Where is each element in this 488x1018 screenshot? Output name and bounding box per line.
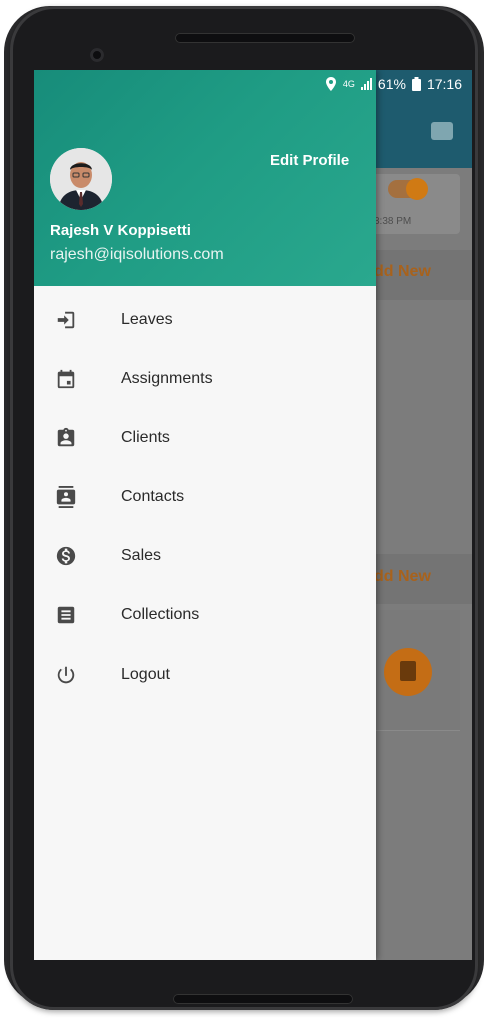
user-email: rajesh@iqisolutions.com (50, 246, 224, 263)
signal-icon (360, 78, 372, 90)
menu-item-logout[interactable]: Logout (34, 651, 376, 699)
menu-item-assignments[interactable]: Assignments (34, 355, 376, 403)
toggle-switch (388, 178, 428, 200)
list-icon (54, 603, 78, 627)
drawer-header: Edit Profile Rajesh V Koppisetti rajesh@… (34, 70, 376, 286)
badge-icon (54, 426, 78, 450)
menu-item-leaves[interactable]: Leaves (34, 296, 376, 344)
contacts-icon (54, 485, 78, 509)
network-type: 4G (342, 79, 355, 89)
phone-screen: 3:38 PM dd New dd New 4G 61% 17:16 Edit … (34, 70, 472, 960)
navigation-drawer: Edit Profile Rajesh V Koppisetti rajesh@… (34, 70, 376, 960)
status-bar: 4G 61% 17:16 (34, 70, 472, 98)
menu-item-label: Logout (121, 666, 170, 683)
power-icon (54, 663, 78, 687)
battery-icon (411, 77, 421, 91)
menu-item-collections[interactable]: Collections (34, 591, 376, 639)
menu-item-clients[interactable]: Clients (34, 414, 376, 462)
menu-item-label: Contacts (121, 488, 185, 505)
battery-percent: 61% (377, 76, 406, 92)
clock: 17:16 (426, 76, 462, 92)
clipboard-icon (400, 661, 416, 681)
location-icon (325, 77, 337, 91)
chat-icon (431, 122, 453, 140)
background-time: 3:38 PM (374, 216, 412, 227)
dollar-icon (54, 544, 78, 568)
menu-item-label: Collections (121, 606, 200, 623)
menu-item-label: Clients (121, 429, 170, 446)
menu-item-label: Leaves (121, 311, 173, 328)
add-new-link: dd New (374, 263, 431, 280)
avatar[interactable] (50, 148, 112, 210)
earpiece-speaker (175, 33, 355, 43)
front-camera (90, 48, 104, 62)
login-icon (54, 308, 78, 332)
menu-item-sales[interactable]: Sales (34, 532, 376, 580)
bottom-speaker (173, 994, 353, 1004)
menu-item-label: Sales (121, 547, 162, 564)
edit-profile-link[interactable]: Edit Profile (270, 152, 349, 169)
menu-item-label: Assignments (121, 370, 213, 387)
menu-item-contacts[interactable]: Contacts (34, 473, 376, 521)
add-new-link: dd New (374, 568, 431, 585)
calendar-icon (54, 367, 78, 391)
user-name: Rajesh V Koppisetti (50, 222, 191, 239)
